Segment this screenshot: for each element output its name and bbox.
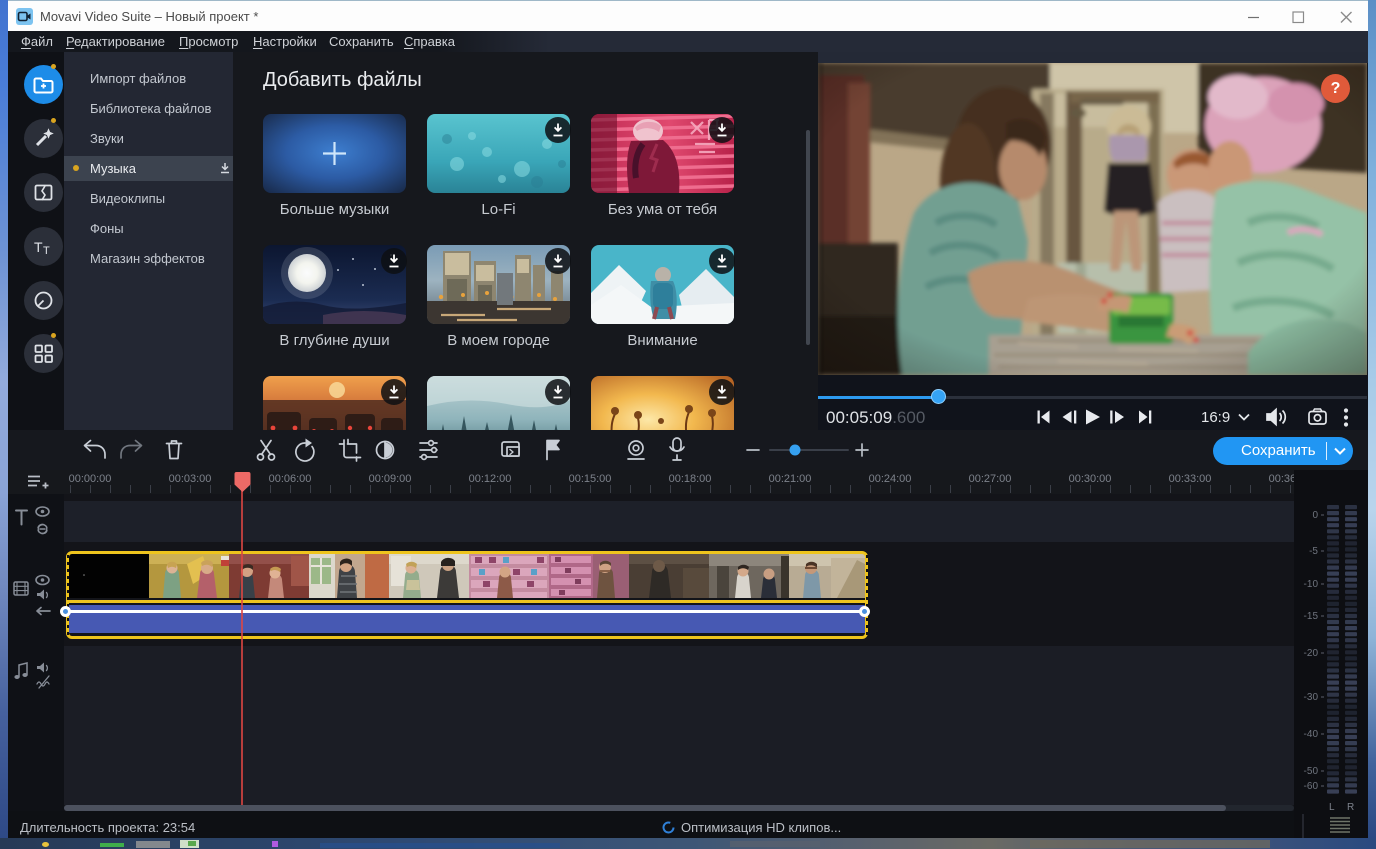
svg-text:T: T — [34, 239, 43, 255]
svg-text:-60: -60 — [1304, 781, 1319, 792]
svg-text:R: R — [1347, 802, 1354, 813]
svg-text:-50: -50 — [1304, 766, 1319, 777]
svg-text:0: 0 — [1312, 510, 1318, 521]
svg-text:-30: -30 — [1304, 692, 1319, 703]
svg-text:T: T — [43, 245, 50, 257]
svg-text:-15: -15 — [1304, 611, 1319, 622]
svg-text:L: L — [1329, 802, 1335, 813]
svg-text:-40: -40 — [1304, 729, 1319, 740]
svg-text:-5: -5 — [1309, 546, 1318, 557]
svg-text:-10: -10 — [1304, 579, 1319, 590]
svg-text:-20: -20 — [1304, 648, 1319, 659]
